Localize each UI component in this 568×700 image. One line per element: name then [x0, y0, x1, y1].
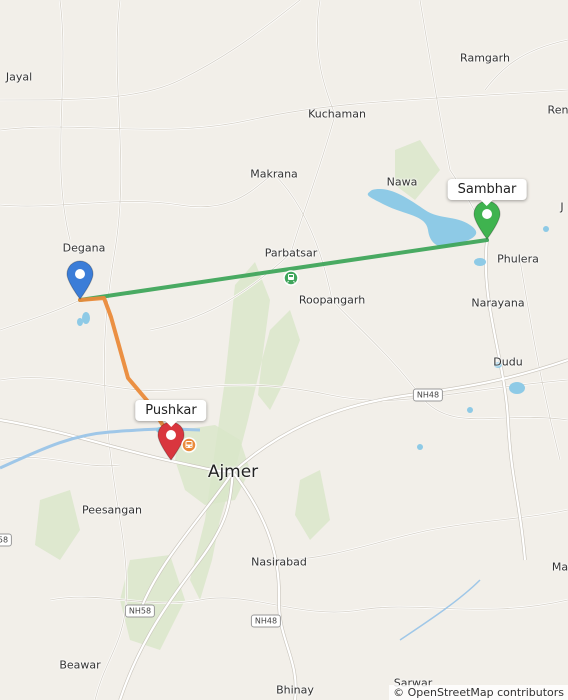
map-pin-icon[interactable] — [65, 260, 95, 300]
route-layer — [78, 238, 489, 436]
map-attribution[interactable]: © OpenStreetMap contributors — [389, 685, 568, 700]
place-callout: Pushkar — [135, 400, 207, 427]
place-callout: Sambhar — [447, 179, 527, 206]
map-pin-icon[interactable] — [472, 200, 502, 240]
map-canvas[interactable]: Jayal Ramgarh Ren Kuchaman Makrana Nawa Degana… — [0, 0, 568, 700]
